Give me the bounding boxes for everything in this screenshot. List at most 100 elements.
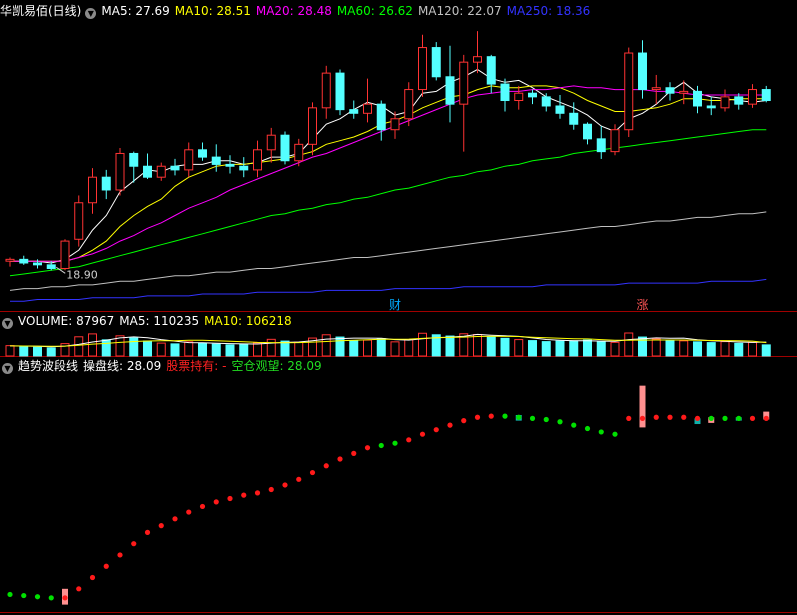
trend-dot [351,450,357,456]
ma-legend-item-0: MA5: 27.69 [101,4,170,18]
volume-bar [129,337,139,357]
candle-body [19,258,29,264]
candle-body [596,138,606,153]
stock-title: 华凯易佰(日线) [0,4,82,18]
candle [280,131,290,165]
candle-body [693,90,702,107]
candle [74,195,84,247]
candle-body [225,163,235,167]
candle-body [60,240,70,269]
candle-body [253,149,262,171]
candle [115,147,125,196]
candle-body [528,92,537,98]
chevron-down-icon[interactable]: ▼ [2,318,13,329]
candle [321,65,331,119]
candle-body [500,83,510,102]
volume-bar [734,342,744,357]
volume-bar [761,344,771,357]
trend-dot [131,541,137,547]
candle-body [445,76,455,105]
volume-bar [101,339,111,357]
trend-dot [254,490,261,496]
trend-dot [268,486,274,493]
trend-dot [62,595,68,601]
candle-body [46,264,56,269]
trend-dot [103,563,109,569]
candle [349,100,359,119]
volume-bar [33,346,42,357]
volume-bar [569,340,579,357]
volume-bar [514,339,524,357]
trend-dot [213,499,219,505]
volume-bar [500,337,510,357]
candle-body [418,47,427,91]
candle [239,157,249,178]
trend-dot [584,425,591,432]
candle-body [486,56,496,85]
candle-body [308,107,317,145]
candle-body [376,103,386,131]
candle [720,89,730,112]
low-price-label: 18.90 [66,268,98,281]
volume-bar [88,333,97,357]
volume-bar [528,340,537,357]
trend-dot [34,594,41,600]
trend-dot [378,442,384,449]
candle-body [170,165,180,171]
candle-body [115,152,125,191]
indicator-legend-item-1: 操盘线: 28.09 [83,359,162,373]
trend-dot [557,419,563,425]
trend-dot [392,440,398,446]
indicator-legend-item-0: 趋势波段线 [18,359,79,373]
volume-bar [19,345,29,357]
trend-dot [571,422,577,428]
candle [706,96,716,116]
ma-legend-item-3: MA60: 26.62 [336,4,413,18]
candle-body [706,105,716,109]
candle [170,158,180,176]
chevron-down-icon[interactable]: ▼ [2,363,13,374]
candle [143,153,152,180]
candle [555,95,565,119]
trend-dot [309,469,316,476]
candle-body [569,112,579,125]
trend-dot [502,413,508,419]
trend-dot [694,415,701,421]
candle [651,74,661,105]
trend-dot [598,429,604,435]
volume-bar [610,341,620,357]
trend-dot [323,463,329,469]
volume-bar [541,341,551,357]
candle [748,84,757,108]
volume-bar [473,334,482,357]
signal-bar [639,385,646,428]
volume-bar [253,342,262,357]
candle-body [583,123,592,140]
trend-dot [364,445,371,451]
candle [335,69,345,116]
chevron-down-icon[interactable]: ▼ [85,8,97,19]
candle-body [156,165,166,178]
candle [734,93,744,110]
stock-chart-window: 华凯易佰(日线) ▼ MA5: 27.69 MA10: 28.51 MA20: 28.4… [0,0,797,615]
volume-bar [679,340,689,357]
candle-body [198,149,207,158]
candle [624,47,634,138]
candle [528,89,537,105]
candle-body [720,96,730,109]
volume-bar [418,332,427,357]
trend-dot [667,414,673,420]
candle [376,100,386,141]
candle-body [761,89,771,102]
chart-canvas[interactable]: 18.90 财 涨 [0,0,797,615]
trend-dot [227,495,233,502]
candle [418,34,427,97]
candle [198,142,207,161]
candle-body [349,109,359,114]
trend-dot [653,414,659,420]
volume-bar [693,341,702,357]
candle [638,40,647,99]
candle [390,111,400,139]
candle [459,54,469,152]
volume-legend: ▼ VOLUME: 87967 MA5: 110235 MA10: 106218 [0,312,302,330]
